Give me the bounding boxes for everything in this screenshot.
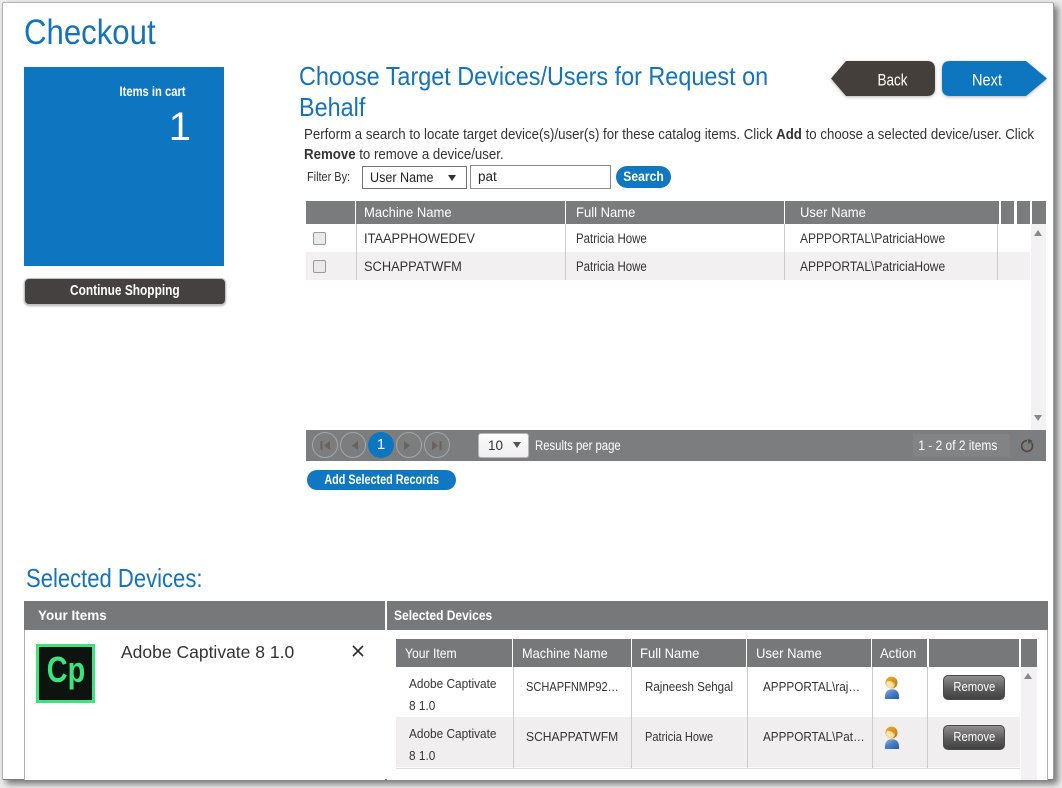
svg-text:Next: Next — [972, 72, 1002, 90]
svg-text:Back: Back — [878, 72, 909, 90]
